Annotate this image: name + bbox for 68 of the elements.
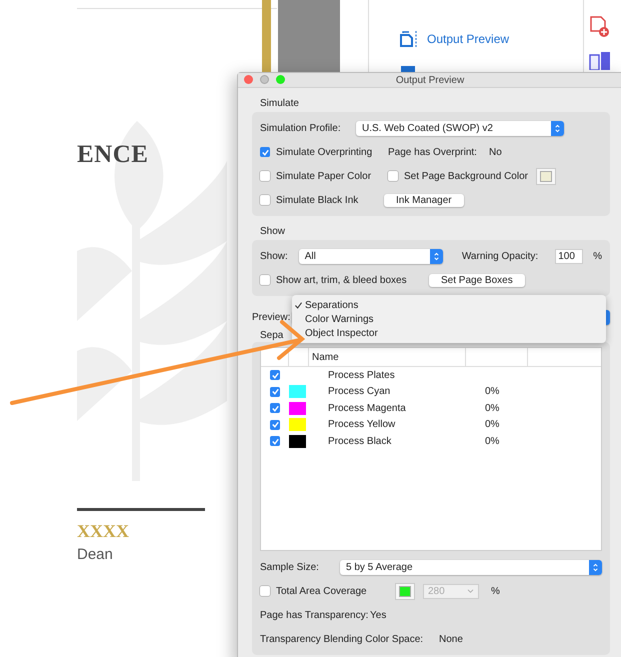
field-value: Yes	[370, 610, 386, 620]
profile-dropdown[interactable]: U.S. Web Coated (SWOP) v2	[356, 120, 564, 136]
table-cell: 0%	[485, 386, 500, 398]
checkbox[interactable]	[260, 275, 270, 285]
field-label: Page has Overprint:	[388, 146, 478, 158]
document-heading: ENCE	[77, 141, 148, 169]
ink-manager-button[interactable]: Ink Manager	[384, 194, 464, 206]
set-page-boxes-button[interactable]: Set Page Boxes	[429, 274, 525, 286]
checkbox[interactable]	[270, 370, 280, 380]
color-well[interactable]	[536, 168, 556, 184]
stepper-icon	[432, 250, 440, 262]
checkbox[interactable]	[270, 386, 280, 397]
field-label: Transparency Blending Color Space:	[260, 634, 424, 644]
section-label: Sepa	[260, 330, 284, 342]
table-cell-text: Process Black	[328, 436, 392, 447]
output-preview-icon	[399, 30, 419, 48]
add-pdf-icon[interactable]	[589, 16, 609, 38]
field-label: Show:	[260, 250, 289, 262]
checkbox-label: Total Area Coverage	[276, 586, 367, 596]
opacity-field[interactable]: 100	[555, 248, 584, 264]
field-label: Preview:	[252, 312, 290, 322]
stepper-icon	[554, 122, 561, 134]
checkbox-label: Simulate Black Ink	[276, 194, 358, 206]
checkbox[interactable]	[260, 147, 270, 157]
document-subtitle: Dean	[77, 546, 113, 563]
minimize-button[interactable]	[260, 75, 269, 84]
sample-size-dropdown[interactable]: 5 by 5 Average	[340, 560, 602, 574]
tool-item[interactable]: Output Preview	[399, 30, 583, 48]
field-value: No	[489, 146, 502, 158]
checkbox[interactable]	[260, 195, 270, 205]
stepper-icon	[592, 562, 599, 572]
table-cell-text: Process Plates	[328, 370, 396, 381]
table-cell-text: Process Magenta	[328, 402, 407, 414]
close-button[interactable]	[244, 75, 253, 84]
menu-item[interactable]: Separations	[292, 298, 606, 312]
column-header: Name	[309, 348, 466, 366]
checkbox[interactable]	[388, 171, 398, 181]
unit-label: %	[491, 586, 500, 596]
printer-icon	[399, 66, 417, 74]
field-label: Page has Transparency:	[260, 610, 370, 620]
checkbox[interactable]	[260, 171, 270, 181]
checkbox-label: Set Page Background Color	[404, 170, 528, 182]
checkbox[interactable]	[270, 403, 280, 414]
checkbox[interactable]	[270, 436, 280, 446]
menu-item[interactable]: Object Inspector	[292, 326, 606, 340]
table-cell: 0%	[485, 402, 500, 414]
show-dropdown[interactable]: All	[298, 248, 443, 264]
menu-item[interactable]: Color Warnings	[292, 312, 606, 326]
document-name: XXXX	[77, 521, 129, 542]
section-label: Simulate	[260, 98, 300, 109]
field-label: Warning Opacity:	[462, 250, 540, 262]
checkbox-label: Simulate Overprinting	[276, 146, 372, 158]
field-value: None	[439, 634, 463, 644]
zoom-button[interactable]	[276, 75, 285, 84]
field-label: Simulation Profile:	[260, 122, 342, 134]
checkbox[interactable]	[270, 420, 280, 430]
table-cell-text: Process Yellow	[328, 419, 396, 430]
color-well[interactable]	[395, 582, 415, 600]
field-label: Sample Size:	[260, 562, 320, 572]
unit-label: %	[593, 250, 602, 262]
table-cell: 0%	[485, 419, 500, 430]
section-label: Show	[260, 226, 286, 237]
table-cell: 0%	[485, 436, 500, 447]
checkmark-icon	[295, 302, 302, 308]
table-cell-text: Process Cyan	[328, 386, 392, 398]
checkbox-label: Simulate Paper Color	[276, 170, 372, 182]
checkbox-label: Show art, trim, & bleed boxes	[276, 274, 407, 286]
window-title: Output Preview	[396, 74, 464, 86]
